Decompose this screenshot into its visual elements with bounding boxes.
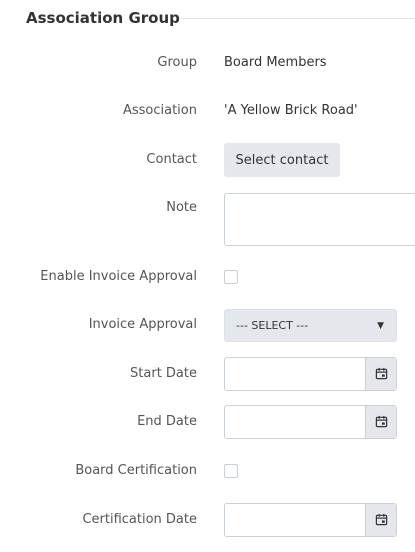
end-date-label: End Date [137,414,197,429]
certification-date-picker-button[interactable] [365,504,396,536]
certification-date-label: Certification Date [82,512,197,527]
invoice-approval-select[interactable]: --- SELECT --- ▼ [224,309,397,342]
start-date-input[interactable] [224,357,397,391]
calendar-icon [375,365,388,384]
note-label: Note [166,200,197,215]
section-divider [181,18,415,19]
end-date-picker-button[interactable] [365,406,396,438]
start-date-label: Start Date [130,366,197,381]
calendar-icon [375,413,388,432]
enable-invoice-approval-label: Enable Invoice Approval [40,269,197,284]
calendar-icon [375,511,388,530]
end-date-input[interactable] [224,405,397,439]
section-header: Association Group [26,9,415,29]
start-date-picker-button[interactable] [365,358,396,390]
association-value: 'A Yellow Brick Road' [224,103,358,118]
group-value: Board Members [224,55,327,70]
group-label: Group [157,55,197,70]
section-title: Association Group [26,9,180,27]
enable-invoice-approval-checkbox[interactable] [224,270,238,284]
caret-down-icon: ▼ [377,321,384,331]
board-certification-checkbox[interactable] [224,464,238,478]
invoice-approval-selected-value: --- SELECT --- [236,319,309,332]
invoice-approval-label: Invoice Approval [88,317,197,332]
association-label: Association [122,103,197,118]
certification-date-input[interactable] [224,503,397,537]
contact-label: Contact [146,152,197,167]
note-textarea[interactable] [224,193,415,246]
board-certification-label: Board Certification [75,463,197,478]
select-contact-button[interactable]: Select contact [224,143,340,177]
